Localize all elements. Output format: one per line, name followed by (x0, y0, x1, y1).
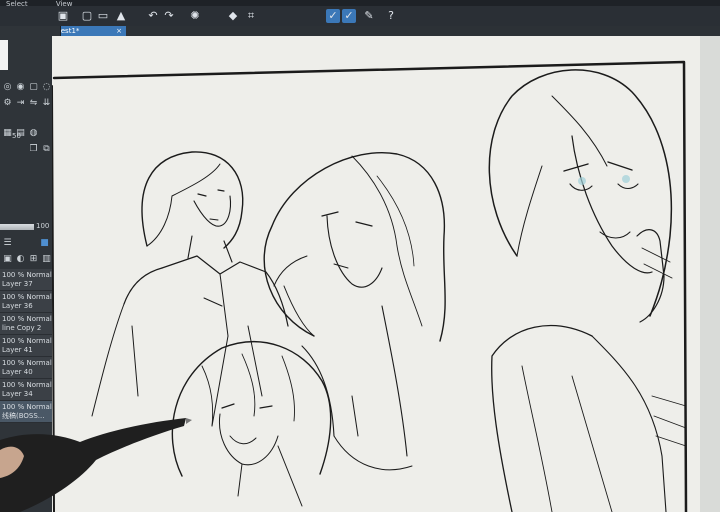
transform-icon[interactable]: ⌗ (244, 9, 258, 23)
layer-list: 100 % Normal Layer 37 100 % Normal Layer… (0, 269, 58, 423)
circle-tool-icon[interactable]: ◎ (2, 82, 13, 93)
undo-icon[interactable]: ↶ (146, 9, 160, 23)
opacity-slider[interactable] (0, 224, 34, 230)
layer-name: Layer 41 (2, 346, 33, 354)
opacity-value: 100 (36, 222, 50, 230)
layer-opacity: 100 % Normal (2, 359, 52, 367)
redo-icon[interactable]: ↷ (162, 9, 176, 23)
copy-icon[interactable]: ❐ (28, 144, 39, 155)
app-icon[interactable]: ▣ (56, 9, 70, 23)
save-icon[interactable]: ▲ (114, 9, 128, 23)
layer-name: Layer 34 (2, 390, 33, 398)
trash-icon[interactable]: ▥ (41, 254, 52, 265)
edit-icon[interactable]: ✎ (362, 9, 376, 23)
line-art-drawing (52, 60, 688, 512)
document-tabbar: test1* × (52, 26, 720, 36)
check-icon[interactable]: ✓ (326, 9, 340, 23)
layer-opacity: 100 % Normal (2, 271, 52, 279)
align-icon[interactable]: ⇊ (41, 98, 52, 109)
tab-test1[interactable]: test1* × (54, 26, 126, 36)
new-layer-icon[interactable]: ▣ (2, 254, 13, 265)
open-file-icon[interactable]: ▭ (96, 9, 110, 23)
loading-icon[interactable]: ✺ (188, 9, 202, 23)
color-icon[interactable]: ■ (39, 238, 50, 249)
canvas-area[interactable] (52, 36, 720, 512)
fill-icon[interactable]: ◆ (226, 9, 240, 23)
target-icon[interactable]: ◌ (41, 82, 52, 93)
adjacent-page-edge (700, 36, 720, 512)
layer-opacity: 100 % Normal (2, 315, 52, 323)
layer-name: line Copy 2 (2, 324, 42, 332)
gear-icon[interactable]: ⚙ (2, 98, 13, 109)
tool-row-2: ⚙ ⇥ ⇋ ⇊ (2, 98, 56, 110)
arrow-icon[interactable]: ⇥ (15, 98, 26, 109)
layer-item[interactable]: 100 % Normal Layer 40 (0, 357, 58, 379)
help-icon[interactable]: ? (384, 9, 398, 23)
layer-opacity: 100 % Normal (2, 337, 52, 345)
close-icon[interactable]: × (116, 26, 122, 36)
toolbar: ▣ ▢ ▭ ▲ ↶ ↷ ✺ ◆ ⌗ ✓ ✓ ✎ ? (0, 6, 720, 27)
square-tool-icon[interactable]: ▢ (28, 82, 39, 93)
layer-item[interactable]: 100 % Normal Layer 37 (0, 269, 58, 291)
layer-item[interactable]: 100 % Normal Layer 41 (0, 335, 58, 357)
layer-item[interactable]: 100 % Normal line Copy 2 (0, 313, 58, 335)
layer-item[interactable]: 100 % Normal Layer 34 (0, 379, 58, 401)
tool-row-6: ▣ ◐ ⊞ ▥ (2, 254, 56, 266)
layer-name: Layer 37 (2, 280, 33, 288)
flip-icon[interactable]: ⇋ (28, 98, 39, 109)
layer-item[interactable]: 100 % Normal Layer 36 (0, 291, 58, 313)
paste-icon[interactable]: ⧉ (41, 144, 52, 155)
layer-opacity: 100 % Normal (2, 381, 52, 389)
canvas-paper[interactable] (52, 36, 700, 512)
check-active-icon[interactable]: ✓ (342, 9, 356, 23)
layer-name: Layer 40 (2, 368, 33, 376)
layer-toggle-icon[interactable]: ☰ (2, 238, 13, 249)
color-swatch[interactable] (0, 40, 8, 70)
layer-opacity: 100 % Normal (2, 293, 52, 301)
layer-item-selected[interactable]: 100 % Normal 线稿(BOSS... (0, 401, 58, 423)
layer-opacity: 100 % Normal (2, 403, 52, 411)
mask-icon[interactable]: ◐ (15, 254, 26, 265)
link-icon[interactable]: ⊞ (28, 254, 39, 265)
layer-name: Layer 36 (2, 302, 33, 310)
new-file-icon[interactable]: ▢ (80, 9, 94, 23)
record-icon[interactable]: ◉ (15, 82, 26, 93)
tool-row-4: ❐ ⧉ (2, 144, 56, 156)
circle-dot-icon[interactable]: ◍ (28, 128, 39, 139)
tool-row-1: ◎ ◉ ▢ ◌ (2, 82, 56, 94)
layer-name: 线稿(BOSS... (2, 412, 45, 420)
brush-size-value: 50 (12, 132, 21, 140)
tool-row-3: ▦ ▤ ◍ (2, 128, 56, 140)
tab-label: test1* (58, 27, 80, 35)
tool-row-5: ☰ ■ (2, 238, 56, 250)
